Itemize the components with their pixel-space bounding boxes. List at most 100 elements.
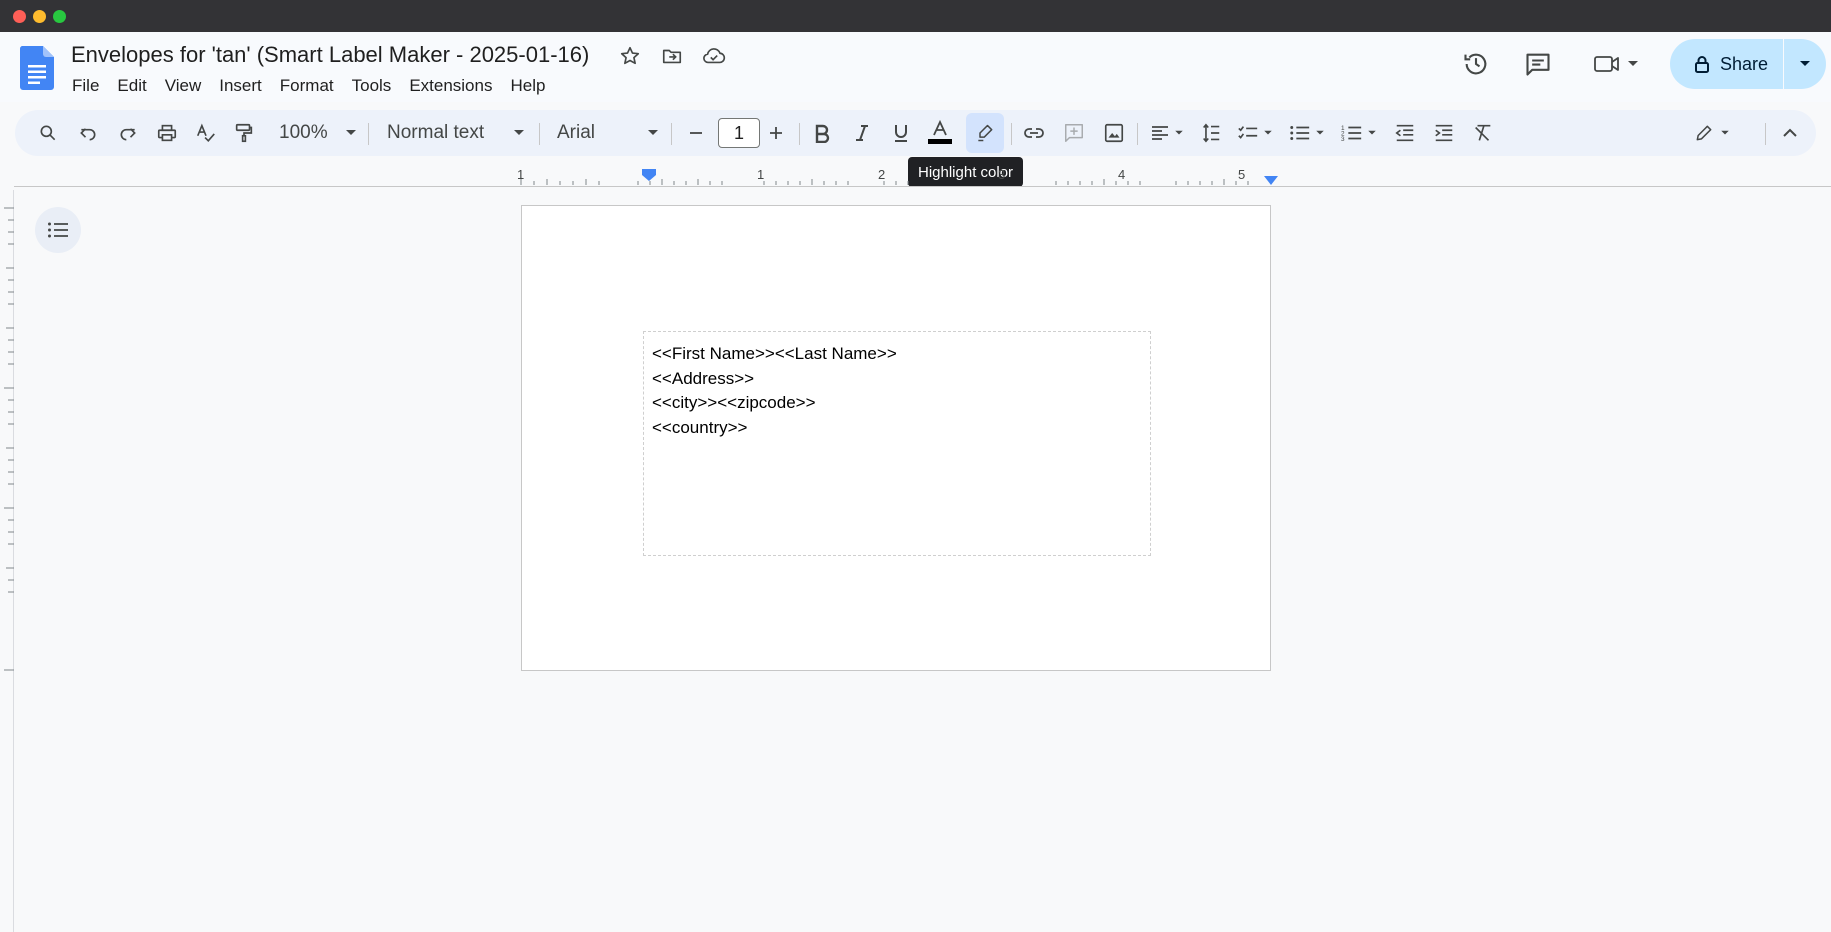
print-button[interactable]: [152, 110, 182, 156]
link-icon: [1024, 128, 1044, 138]
hide-menus-button[interactable]: [1775, 110, 1805, 156]
font-select[interactable]: Arial: [551, 110, 665, 156]
chevron-down-icon: [1264, 130, 1272, 135]
underline-icon: [895, 125, 907, 142]
decrease-indent-button[interactable]: [1389, 110, 1421, 156]
clear-formatting-button[interactable]: [1467, 110, 1499, 156]
increase-font-size-button[interactable]: [761, 110, 791, 156]
numbered-list-button[interactable]: 123: [1337, 110, 1381, 156]
chevron-down-icon: [1628, 61, 1638, 66]
menu-tools[interactable]: Tools: [343, 72, 401, 100]
ruler-mark: 3: [998, 167, 1006, 182]
video-camera-icon: [1594, 56, 1619, 72]
ruler-mark: 1: [517, 167, 525, 182]
print-icon: [157, 124, 177, 142]
menu-extensions[interactable]: Extensions: [400, 72, 501, 100]
text-color-icon: [928, 119, 952, 144]
chevron-down-icon: [514, 130, 524, 135]
undo-icon: [80, 128, 96, 141]
menu-help[interactable]: Help: [501, 72, 554, 100]
plus-icon: [770, 127, 782, 139]
decrease-font-size-button[interactable]: [681, 110, 711, 156]
menu-view[interactable]: View: [156, 72, 211, 100]
toolbar-divider: [1137, 123, 1138, 145]
font-size-input[interactable]: 1: [718, 118, 760, 148]
ruler-mark: 4: [1118, 167, 1126, 182]
italic-button[interactable]: [847, 110, 877, 156]
font-value: Arial: [557, 122, 596, 143]
envelope-address-box[interactable]: <<First Name>><<Last Name>> <<Address>> …: [643, 331, 1151, 556]
chevron-down-icon: [1368, 130, 1376, 135]
history-icon: [1464, 53, 1487, 75]
bold-button[interactable]: [807, 110, 837, 156]
outline-list-icon: [48, 222, 68, 238]
highlight-color-button[interactable]: [966, 113, 1004, 153]
menu-insert[interactable]: Insert: [210, 72, 271, 100]
share-label: Share: [1720, 53, 1769, 74]
checklist-button[interactable]: [1233, 110, 1277, 156]
italic-icon: [856, 125, 868, 141]
toolbar-divider: [671, 123, 672, 145]
merge-field-address-line[interactable]: <<Address>>: [652, 367, 1142, 392]
document-outline-button[interactable]: [35, 207, 81, 253]
bold-icon: [815, 124, 830, 143]
version-history-button[interactable]: [1456, 44, 1496, 84]
right-indent-marker[interactable]: [1264, 176, 1278, 185]
toolbar-divider: [1011, 123, 1012, 145]
minimize-window-button[interactable]: [33, 10, 46, 23]
minus-icon: [690, 132, 702, 134]
menu-format[interactable]: Format: [271, 72, 343, 100]
editing-mode-button[interactable]: [1687, 110, 1737, 156]
share-button[interactable]: Share: [1670, 39, 1783, 89]
chevron-down-icon: [648, 130, 658, 135]
search-menus-button[interactable]: [33, 110, 63, 156]
comments-button[interactable]: [1518, 44, 1558, 84]
toolbar-divider: [539, 123, 540, 145]
merge-field-city-zip-line[interactable]: <<city>><<zipcode>>: [652, 391, 1142, 416]
ruler-mark: 2: [878, 167, 886, 182]
maximize-window-button[interactable]: [53, 10, 66, 23]
ruler-mark: 5: [1238, 167, 1246, 182]
underline-button[interactable]: [886, 110, 916, 156]
highlighter-pen-icon: [978, 124, 993, 142]
search-icon: [40, 125, 56, 141]
cloud-saved-icon[interactable]: [700, 42, 728, 70]
star-icon[interactable]: [616, 42, 644, 70]
undo-button[interactable]: [73, 110, 103, 156]
comment-icon: [1526, 53, 1550, 76]
chevron-down-icon: [346, 130, 356, 135]
paragraph-style-select[interactable]: Normal text: [381, 110, 531, 156]
toolbar-divider: [1765, 123, 1766, 145]
insert-link-button[interactable]: [1018, 110, 1050, 156]
decrease-indent-icon: [1395, 124, 1414, 142]
spelling-check-button[interactable]: [191, 110, 221, 156]
text-color-button[interactable]: [924, 110, 956, 156]
document-title[interactable]: Envelopes for 'tan' (Smart Label Maker -…: [71, 42, 589, 68]
chevron-down-icon: [1316, 130, 1324, 135]
align-button[interactable]: [1145, 110, 1189, 156]
paint-format-button[interactable]: [229, 110, 259, 156]
close-window-button[interactable]: [13, 10, 26, 23]
line-spacing-button[interactable]: [1195, 110, 1227, 156]
redo-button[interactable]: [113, 110, 143, 156]
menu-edit[interactable]: Edit: [108, 72, 155, 100]
merge-field-country-line[interactable]: <<country>>: [652, 416, 1142, 441]
move-to-folder-icon[interactable]: [658, 42, 686, 70]
meet-button[interactable]: [1586, 44, 1646, 84]
menu-file[interactable]: File: [63, 72, 108, 100]
docs-logo-icon[interactable]: [19, 46, 54, 90]
toolbar-divider: [368, 123, 369, 145]
numbered-list-icon: 123: [1341, 125, 1362, 143]
chevron-down-icon: [1800, 61, 1810, 66]
bulleted-list-icon: [1290, 126, 1310, 140]
document-page[interactable]: <<First Name>><<Last Name>> <<Address>> …: [521, 205, 1271, 671]
bulleted-list-button[interactable]: [1285, 110, 1329, 156]
checklist-icon: [1238, 126, 1258, 139]
left-indent-marker[interactable]: [642, 169, 656, 181]
insert-image-button[interactable]: [1098, 110, 1130, 156]
vertical-ruler-ticks: [4, 207, 14, 671]
zoom-select[interactable]: 100%: [273, 110, 363, 156]
increase-indent-button[interactable]: [1428, 110, 1460, 156]
merge-field-name-line[interactable]: <<First Name>><<Last Name>>: [652, 342, 1142, 367]
toolbar-divider: [799, 123, 800, 145]
